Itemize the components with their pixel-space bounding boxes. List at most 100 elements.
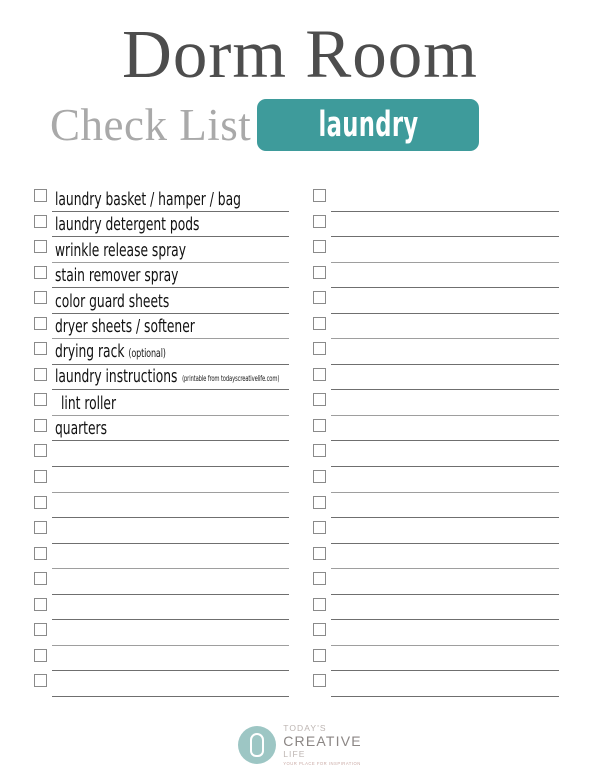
checklist-write-line[interactable] (331, 314, 559, 340)
checkbox[interactable] (313, 521, 326, 535)
checkbox[interactable] (313, 470, 326, 484)
checkbox[interactable] (313, 367, 326, 381)
page-header: Dorm Room Check List laundry (0, 0, 600, 175)
checkbox[interactable] (313, 214, 326, 228)
checkbox[interactable] (313, 316, 326, 330)
checklist-write-line[interactable]: laundry instructions (printable from toda… (52, 365, 289, 391)
checklist-write-line[interactable]: stain remover spray (52, 263, 289, 289)
checkbox[interactable] (34, 418, 47, 432)
checklist-write-line[interactable]: wrinkle release spray (52, 237, 289, 263)
checklist-row (313, 620, 559, 646)
checklist-write-line[interactable] (331, 671, 559, 697)
checkbox[interactable] (34, 674, 47, 688)
checklist-row: laundry instructions (printable from toda… (34, 365, 289, 391)
checkbox[interactable] (313, 291, 326, 305)
checklist-row (313, 288, 559, 314)
checkbox[interactable] (34, 240, 47, 254)
checklist-column-left: laundry basket / hamper / bag laundry det… (34, 186, 289, 711)
checklist-row (34, 493, 289, 519)
checklist-item-note: (printable from todayscreativelife.com) (182, 374, 280, 384)
checklist-row: dryer sheets / softener (34, 314, 289, 340)
checklist-write-line[interactable] (331, 493, 559, 519)
checklist-write-line[interactable] (331, 646, 559, 672)
checklist-write-line[interactable] (331, 212, 559, 238)
checkbox[interactable] (313, 546, 326, 560)
checklist-write-line[interactable] (331, 544, 559, 570)
checkbox[interactable] (34, 623, 47, 637)
checkbox[interactable] (313, 597, 326, 611)
checkbox[interactable] (34, 546, 47, 560)
checklist-row (34, 595, 289, 621)
checkbox[interactable] (313, 648, 326, 662)
checklist-item-label: wrinkle release spray (55, 240, 186, 261)
checkbox[interactable] (34, 291, 47, 305)
checklist-row (313, 467, 559, 493)
checklist-item-label: laundry detergent pods (55, 215, 200, 236)
checkbox[interactable] (313, 623, 326, 637)
checklist-write-line[interactable] (331, 416, 559, 442)
checkbox[interactable] (34, 495, 47, 509)
checkbox[interactable] (34, 470, 47, 484)
checkbox[interactable] (313, 342, 326, 356)
checklist-write-line[interactable] (52, 441, 289, 468)
checkbox[interactable] (313, 265, 326, 279)
checklist-item-label: quarters (55, 419, 107, 440)
checklist-row: color guard sheets (34, 288, 289, 314)
checkbox[interactable] (313, 495, 326, 509)
checklist-write-line[interactable]: drying rack (optional) (52, 339, 289, 365)
checkbox[interactable] (34, 214, 47, 228)
checklist-write-line[interactable]: color guard sheets (52, 288, 289, 314)
checklist-write-line[interactable] (331, 263, 559, 289)
logo-line-life: LIFE (283, 749, 306, 760)
page-title: Dorm Room (122, 16, 478, 92)
checkbox[interactable] (34, 444, 47, 458)
checklist-write-line[interactable]: quarters (52, 416, 289, 442)
checkbox[interactable] (313, 674, 326, 688)
checklist-write-line[interactable] (52, 671, 289, 697)
checklist-write-line[interactable] (52, 467, 289, 493)
checklist-write-line[interactable] (331, 288, 559, 314)
checkbox[interactable] (34, 572, 47, 586)
checklist-write-line[interactable] (52, 620, 289, 646)
checkbox[interactable] (34, 316, 47, 330)
checklist-write-line[interactable] (331, 390, 559, 416)
checklist-write-line[interactable] (331, 518, 559, 544)
checklist-write-line[interactable] (52, 595, 289, 621)
checklist-write-line[interactable] (52, 569, 289, 595)
checklist-write-line[interactable]: dryer sheets / softener (52, 314, 289, 340)
checklist-write-line[interactable]: laundry basket / hamper / bag (52, 186, 289, 212)
checkbox[interactable] (313, 572, 326, 586)
checklist-row (313, 671, 559, 697)
checklist-write-line[interactable] (52, 544, 289, 570)
checkbox[interactable] (34, 393, 47, 407)
checklist-write-line[interactable] (331, 339, 559, 365)
checkbox[interactable] (313, 189, 326, 202)
checklist-row (313, 416, 559, 442)
checkbox[interactable] (313, 444, 326, 458)
checklist-write-line[interactable] (52, 518, 289, 544)
checkbox[interactable] (34, 265, 47, 279)
checklist-write-line[interactable] (331, 365, 559, 391)
checkbox[interactable] (34, 189, 47, 202)
checklist-write-line[interactable] (52, 646, 289, 672)
checklist-write-line[interactable] (331, 595, 559, 621)
checkbox[interactable] (34, 521, 47, 535)
checkbox[interactable] (313, 393, 326, 407)
checklist-write-line[interactable]: lint roller (52, 390, 289, 416)
checklist-write-line[interactable]: laundry detergent pods (52, 212, 289, 238)
checklist-write-line[interactable] (331, 441, 559, 468)
checkbox[interactable] (313, 240, 326, 254)
checklist-write-line[interactable] (331, 569, 559, 595)
checkbox[interactable] (34, 342, 47, 356)
checklist-write-line[interactable] (331, 186, 559, 212)
checkbox[interactable] (34, 597, 47, 611)
checkbox[interactable] (313, 418, 326, 432)
checklist-write-line[interactable] (331, 620, 559, 646)
checkbox[interactable] (34, 367, 47, 381)
checklist-write-line[interactable] (52, 493, 289, 519)
checklist-write-line[interactable] (331, 237, 559, 263)
checkbox[interactable] (34, 648, 47, 662)
checklist-row (34, 467, 289, 493)
checklist-row (313, 441, 559, 468)
checklist-write-line[interactable] (331, 467, 559, 493)
